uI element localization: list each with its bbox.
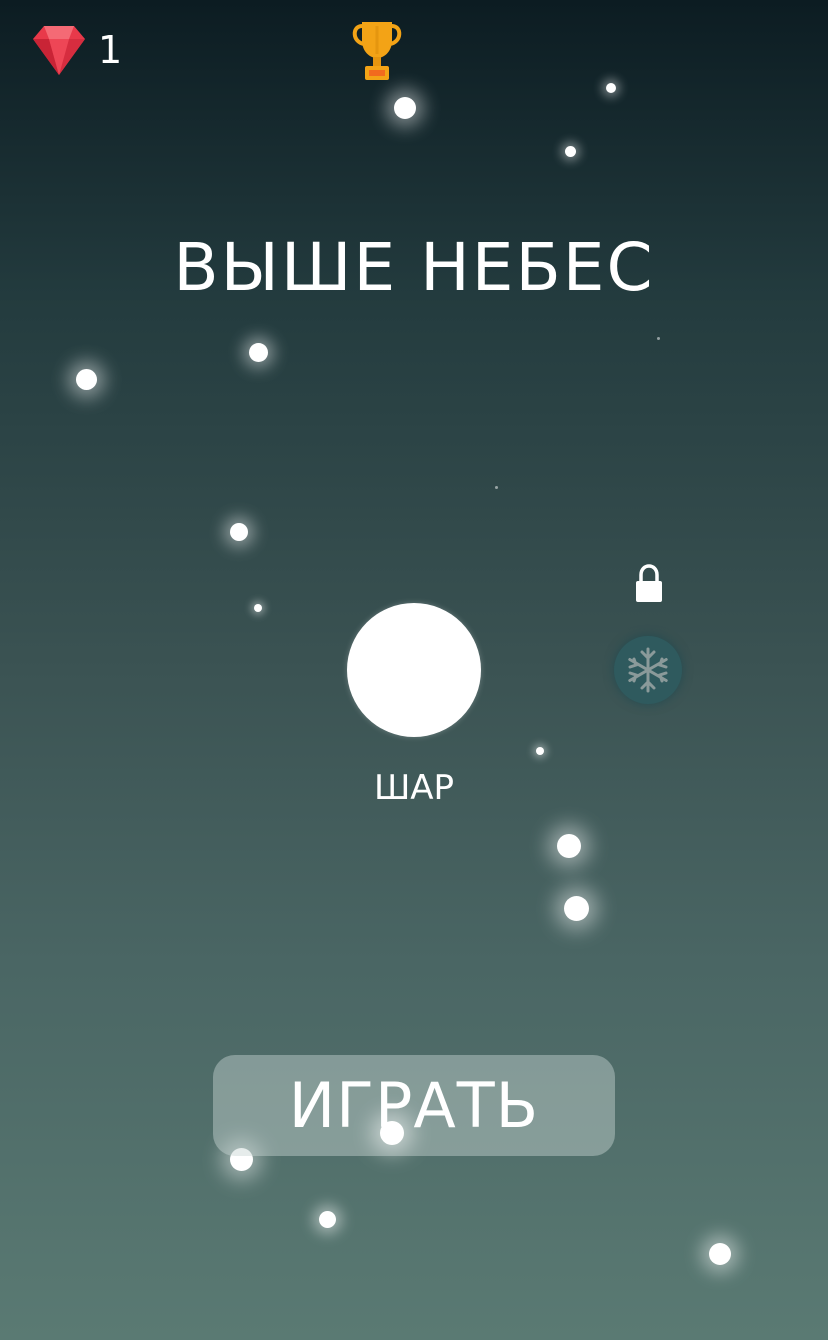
- particle: [394, 97, 416, 119]
- red-gem-icon: [33, 26, 85, 75]
- gem-count: 1: [98, 28, 123, 72]
- particle: [565, 146, 576, 157]
- particle: [657, 337, 660, 340]
- particle: [230, 523, 248, 541]
- particle: [249, 343, 268, 362]
- particle: [254, 604, 262, 612]
- play-button-label: ИГРАТЬ: [288, 1069, 540, 1142]
- selected-ball-skin[interactable]: [347, 603, 481, 737]
- particle: [564, 896, 589, 921]
- skin-name-label: ШАР: [373, 768, 455, 808]
- play-button[interactable]: ИГРАТЬ: [213, 1055, 615, 1156]
- particle: [380, 1121, 404, 1145]
- lock-icon: [636, 564, 662, 602]
- trophy-icon[interactable]: [350, 18, 404, 82]
- particle: [709, 1243, 731, 1265]
- locked-skin-option[interactable]: [614, 636, 682, 704]
- particle: [536, 747, 544, 755]
- particle: [557, 834, 581, 858]
- particle: [319, 1211, 336, 1228]
- particle: [606, 83, 616, 93]
- particle: [495, 486, 498, 489]
- snowflake-icon: [628, 647, 668, 693]
- game-title: ВЫШЕ НЕБЕС: [173, 229, 655, 306]
- particle: [76, 369, 97, 390]
